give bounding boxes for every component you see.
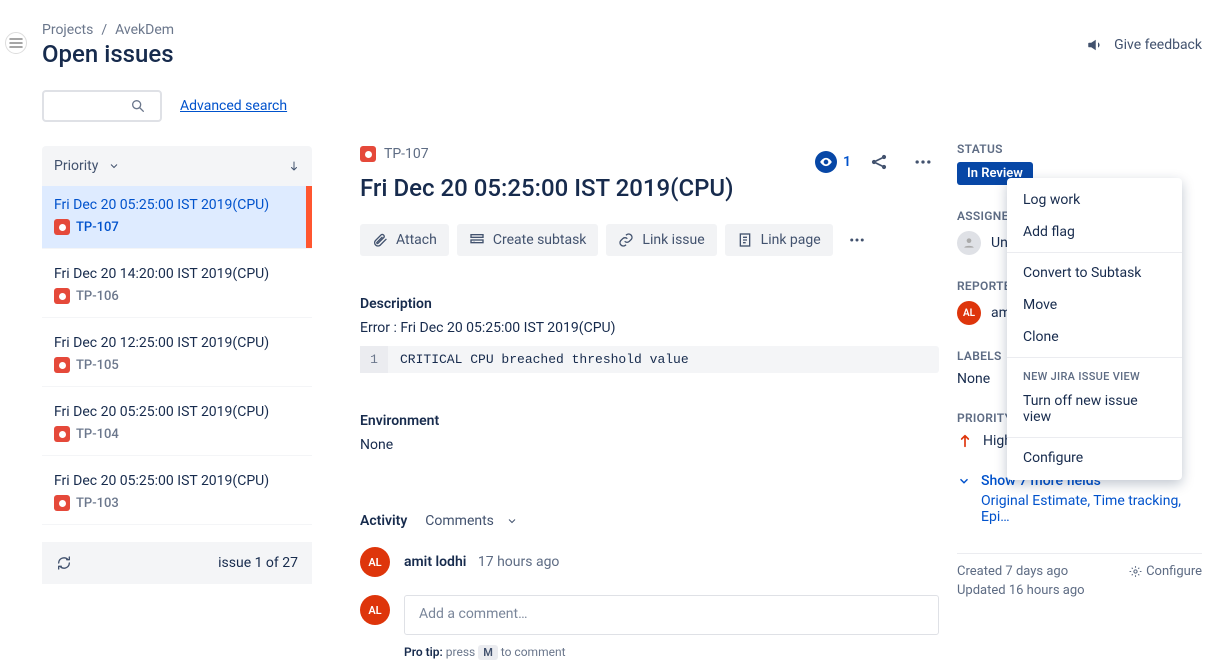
- bug-icon: [54, 219, 70, 235]
- chevron-down-icon: [506, 515, 518, 527]
- issue-list-item[interactable]: Fri Dec 20 05:25:00 IST 2019(CPU) TP-107: [42, 186, 312, 249]
- environment-label: Environment: [360, 413, 939, 429]
- avatar: AL: [957, 301, 981, 325]
- refresh-icon[interactable]: [56, 555, 72, 571]
- updated-date: Updated 16 hours ago: [957, 583, 1202, 598]
- avatar[interactable]: AL: [360, 547, 390, 577]
- issue-list-item[interactable]: Fri Dec 20 05:25:00 IST 2019(CPU) TP-104: [42, 393, 312, 456]
- created-date: Created 7 days ago: [957, 564, 1068, 579]
- link-issue-button[interactable]: Link issue: [606, 224, 716, 256]
- issue-list-item[interactable]: Fri Dec 20 14:20:00 IST 2019(CPU) TP-106: [42, 255, 312, 318]
- issue-item-key: TP-104: [76, 427, 119, 442]
- page-icon: [737, 232, 753, 248]
- avatar-self: AL: [360, 595, 390, 625]
- bug-icon: [54, 495, 70, 511]
- issue-list-item[interactable]: Fri Dec 20 05:25:00 IST 2019(CPU) TP-103: [42, 462, 312, 525]
- comment-time: 17 hours ago: [478, 554, 560, 570]
- more-actions-button[interactable]: [907, 146, 939, 178]
- create-subtask-button[interactable]: Create subtask: [457, 224, 599, 256]
- issue-list-item[interactable]: Fri Dec 20 12:25:00 IST 2019(CPU) TP-105: [42, 324, 312, 387]
- environment-value[interactable]: None: [360, 437, 939, 453]
- comment-row: AL amit lodhi 17 hours ago: [360, 547, 939, 577]
- menu-item[interactable]: Log work: [1007, 184, 1182, 216]
- menu-item[interactable]: Convert to Subtask: [1007, 257, 1182, 289]
- add-comment-input[interactable]: Add a comment…: [404, 595, 939, 635]
- description-label: Description: [360, 296, 939, 312]
- search-input[interactable]: [50, 98, 130, 114]
- link-page-button[interactable]: Link page: [725, 224, 833, 256]
- attach-button[interactable]: Attach: [360, 224, 449, 256]
- breadcrumb-project-name[interactable]: AvekDem: [115, 22, 174, 38]
- more-content-actions[interactable]: [841, 224, 873, 256]
- menu-item[interactable]: Configure: [1007, 442, 1182, 474]
- give-feedback-link[interactable]: Give feedback: [1086, 36, 1202, 54]
- search-input-wrapper[interactable]: [42, 90, 162, 122]
- issue-item-title: Fri Dec 20 05:25:00 IST 2019(CPU): [54, 404, 300, 420]
- issue-key-breadcrumb[interactable]: TP-107: [360, 146, 815, 162]
- status-label: STATUS: [957, 142, 1202, 156]
- menu-item[interactable]: Move: [1007, 289, 1182, 321]
- chevron-down-icon: [108, 160, 120, 172]
- page-title: Open issues: [42, 40, 174, 68]
- show-more-sub: Original Estimate, Time tracking, Epi…: [981, 493, 1202, 525]
- share-icon[interactable]: [869, 152, 889, 172]
- description-text[interactable]: Error : Fri Dec 20 05:25:00 IST 2019(CPU…: [360, 320, 939, 336]
- bug-icon: [54, 357, 70, 373]
- comment-author[interactable]: amit lodhi: [404, 554, 466, 570]
- watchers-button[interactable]: 1: [815, 151, 851, 173]
- issue-item-key: TP-105: [76, 358, 119, 373]
- breadcrumb: Projects / AvekDem: [42, 22, 174, 38]
- menu-item[interactable]: Clone: [1007, 321, 1182, 353]
- more-actions-menu: Log workAdd flag Convert to SubtaskMoveCl…: [1007, 178, 1182, 480]
- sidebar-toggle[interactable]: [5, 32, 27, 54]
- issue-item-key: TP-107: [76, 220, 119, 235]
- comments-tab[interactable]: Comments: [425, 513, 518, 529]
- more-icon: [913, 152, 933, 172]
- issue-item-title: Fri Dec 20 14:20:00 IST 2019(CPU): [54, 266, 300, 282]
- gear-icon: [1129, 565, 1142, 578]
- bug-icon: [54, 288, 70, 304]
- chevron-down-icon: [957, 474, 971, 488]
- code-block: 1 CRITICAL CPU breached threshold value: [360, 346, 939, 373]
- issue-item-title: Fri Dec 20 05:25:00 IST 2019(CPU): [54, 197, 300, 213]
- selection-stripe: [306, 186, 312, 248]
- configure-link[interactable]: Configure: [1129, 564, 1202, 579]
- sort-dropdown[interactable]: Priority: [54, 158, 120, 174]
- highest-icon: [957, 433, 973, 449]
- issue-item-key: TP-103: [76, 496, 119, 511]
- link-icon: [618, 232, 634, 248]
- issue-title[interactable]: Fri Dec 20 05:25:00 IST 2019(CPU): [360, 174, 815, 202]
- issue-item-title: Fri Dec 20 12:25:00 IST 2019(CPU): [54, 335, 300, 351]
- advanced-search-link[interactable]: Advanced search: [180, 98, 287, 114]
- issue-item-title: Fri Dec 20 05:25:00 IST 2019(CPU): [54, 473, 300, 489]
- activity-label: Activity: [360, 513, 407, 529]
- eye-icon: [819, 155, 833, 169]
- protip: Pro tip: press M to comment: [404, 645, 939, 659]
- sort-direction-icon[interactable]: [288, 160, 300, 172]
- menu-item[interactable]: Turn off new issue view: [1007, 385, 1182, 433]
- more-icon: [848, 231, 866, 249]
- bug-icon: [54, 426, 70, 442]
- megaphone-icon: [1086, 36, 1104, 54]
- menu-heading: NEW JIRA ISSUE VIEW: [1007, 362, 1182, 385]
- search-icon: [130, 98, 146, 114]
- bug-icon: [360, 146, 376, 162]
- issue-item-key: TP-106: [76, 289, 119, 304]
- breadcrumb-projects[interactable]: Projects: [42, 22, 93, 38]
- menu-item[interactable]: Add flag: [1007, 216, 1182, 248]
- user-icon: [957, 231, 981, 255]
- issue-counter: issue 1 of 27: [218, 555, 298, 571]
- subtask-icon: [469, 232, 485, 248]
- attach-icon: [372, 232, 388, 248]
